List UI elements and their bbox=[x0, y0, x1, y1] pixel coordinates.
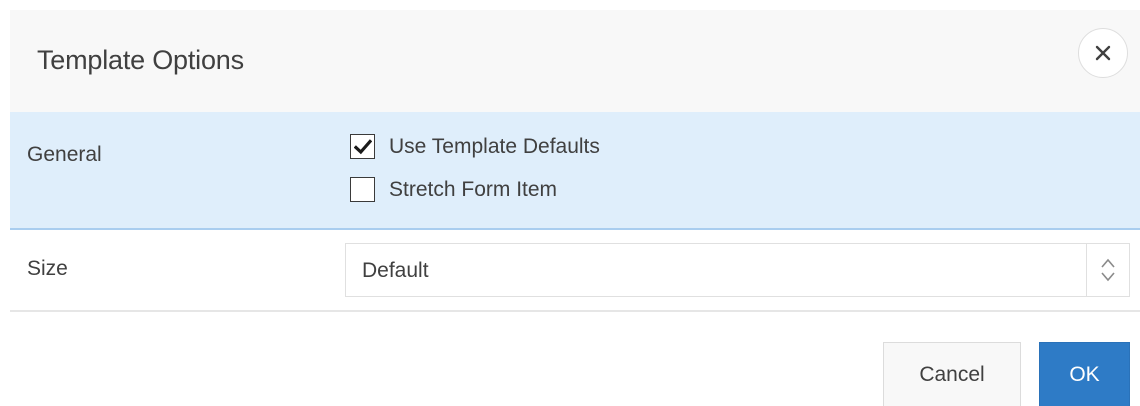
template-options-dialog: Template Options General Use Template De… bbox=[0, 0, 1140, 406]
stretch-form-item-label: Stretch Form Item bbox=[389, 177, 558, 201]
ok-button[interactable]: OK bbox=[1039, 342, 1130, 406]
use-template-defaults-label: Use Template Defaults bbox=[389, 134, 600, 158]
size-row: Size Default bbox=[10, 230, 1140, 312]
stretch-form-item-option[interactable]: Stretch Form Item bbox=[350, 177, 557, 202]
general-row: General Use Template Defaults Stretch Fo… bbox=[10, 112, 1140, 230]
checkmark-icon bbox=[353, 138, 372, 154]
select-arrow[interactable] bbox=[1086, 244, 1129, 296]
size-select-value: Default bbox=[362, 259, 429, 282]
use-template-defaults-checkbox[interactable] bbox=[350, 134, 375, 159]
dialog-title: Template Options bbox=[37, 45, 244, 75]
cancel-button[interactable]: Cancel bbox=[883, 342, 1021, 406]
dialog-header: Template Options bbox=[10, 10, 1140, 112]
chevron-up-down-icon bbox=[1101, 258, 1115, 282]
size-label: Size bbox=[27, 257, 68, 280]
close-button[interactable] bbox=[1078, 28, 1128, 78]
stretch-form-item-checkbox[interactable] bbox=[350, 177, 375, 202]
size-select[interactable]: Default bbox=[345, 243, 1130, 297]
use-template-defaults-option[interactable]: Use Template Defaults bbox=[350, 134, 600, 159]
close-icon bbox=[1095, 45, 1111, 61]
general-label: General bbox=[27, 143, 102, 166]
